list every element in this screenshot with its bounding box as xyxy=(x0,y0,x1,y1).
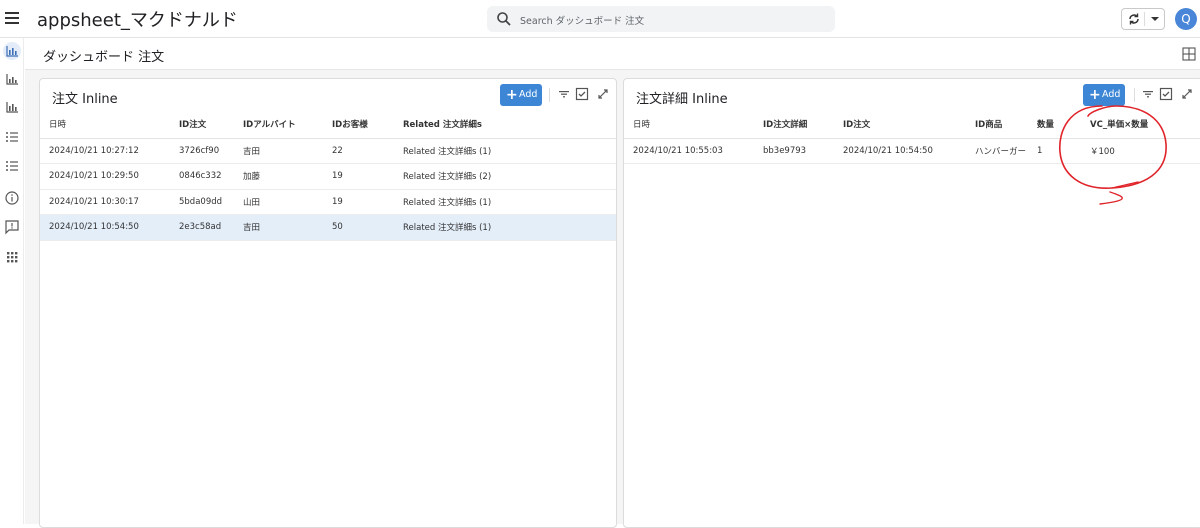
plus-icon: + xyxy=(506,87,518,103)
apps-grid-icon[interactable] xyxy=(3,248,21,266)
table-cell: 2024/10/21 10:30:17 xyxy=(40,189,170,215)
related-link[interactable]: Related 注文詳細s (2) xyxy=(394,163,616,190)
panel-title: 注文詳細 Inline xyxy=(636,92,728,107)
list-icon[interactable] xyxy=(3,128,21,146)
table-cell: 山田 xyxy=(234,189,323,215)
related-link[interactable]: Related 注文詳細s (1) xyxy=(394,214,616,241)
panel-title: 注文 Inline xyxy=(52,92,118,107)
table-cell: 19 xyxy=(323,189,394,215)
add-button[interactable]: + Add xyxy=(1083,84,1125,106)
select-checkbox-icon[interactable] xyxy=(575,87,589,101)
table-cell: ￥100 xyxy=(1081,138,1200,164)
order-detail-inline-panel: 注文詳細 Inline + Add 日時 ID注文詳細 ID注文 ID商品 数量 xyxy=(623,78,1200,528)
table-cell: 50 xyxy=(323,214,394,241)
toolbar-divider xyxy=(1134,88,1135,102)
order-detail-table: 日時 ID注文詳細 ID注文 ID商品 数量 VC_単価×数量 2024/10/… xyxy=(624,111,1200,164)
table-row[interactable]: 2024/10/21 10:55:03 bb3e9793 2024/10/21 … xyxy=(624,138,1200,164)
table-row[interactable]: 2024/10/21 10:29:50 0846c332 加藤 19 Relat… xyxy=(40,163,616,190)
left-rail xyxy=(0,38,24,524)
table-cell: 1 xyxy=(1028,138,1081,164)
column-header[interactable]: 数量 xyxy=(1028,111,1081,139)
table-cell: 3726cf90 xyxy=(170,138,234,164)
table-cell: 19 xyxy=(323,163,394,190)
table-cell: 2e3c58ad xyxy=(170,214,234,241)
table-cell: 2024/10/21 10:54:50 xyxy=(40,214,170,241)
column-header[interactable]: ID注文 xyxy=(834,111,966,139)
table-cell: 2024/10/21 10:55:03 xyxy=(624,138,754,164)
column-header[interactable]: IDお客様 xyxy=(323,111,394,139)
layout-grid-icon[interactable] xyxy=(1182,47,1196,61)
add-button[interactable]: + Add xyxy=(500,84,542,106)
page-title: ダッシュボード 注文 xyxy=(43,50,165,65)
sync-divider xyxy=(1144,12,1145,26)
order-table: 日時 ID注文 IDアルバイト IDお客様 Related 注文詳細s 2024… xyxy=(40,111,616,241)
view-header: ダッシュボード 注文 xyxy=(25,38,1200,70)
add-button-label: Add xyxy=(1102,89,1121,100)
sync-icon[interactable] xyxy=(1127,12,1141,26)
table-cell: 2024/10/21 10:27:12 xyxy=(40,138,170,164)
table-cell: 加藤 xyxy=(234,163,323,190)
info-icon[interactable] xyxy=(3,189,21,207)
add-button-label: Add xyxy=(519,89,538,100)
table-cell: 22 xyxy=(323,138,394,164)
search-placeholder: Search ダッシュボード 注文 xyxy=(520,16,645,27)
search-input[interactable]: Search ダッシュボード 注文 xyxy=(487,6,835,32)
column-header[interactable]: Related 注文詳細s xyxy=(394,111,616,139)
chart-icon[interactable] xyxy=(3,98,21,116)
filter-icon[interactable] xyxy=(1141,87,1155,101)
sync-button[interactable] xyxy=(1121,8,1165,30)
table-cell: 5bda09dd xyxy=(170,189,234,215)
feedback-icon[interactable] xyxy=(3,218,21,236)
table-cell: 2024/10/21 10:54:50 xyxy=(834,138,966,164)
column-header[interactable]: 日時 xyxy=(40,111,170,139)
table-header-row: 日時 ID注文 IDアルバイト IDお客様 Related 注文詳細s xyxy=(40,111,616,139)
app-title: appsheet_マクドナルド xyxy=(37,10,238,31)
select-checkbox-icon[interactable] xyxy=(1159,87,1173,101)
order-inline-panel: 注文 Inline + Add 日時 ID注文 IDアルバイト IDお客様 Re… xyxy=(39,78,617,528)
table-row-selected[interactable]: 2024/10/21 10:54:50 2e3c58ad 吉田 50 Relat… xyxy=(40,214,616,241)
column-header[interactable]: ID注文 xyxy=(170,111,234,139)
chevron-down-icon[interactable] xyxy=(1151,17,1159,21)
expand-icon[interactable] xyxy=(596,87,610,101)
plus-icon: + xyxy=(1089,87,1101,103)
avatar[interactable]: Q xyxy=(1175,8,1197,30)
menu-icon[interactable] xyxy=(4,9,20,29)
top-bar: appsheet_マクドナルド Search ダッシュボード 注文 Q xyxy=(0,0,1200,38)
table-header-row: 日時 ID注文詳細 ID注文 ID商品 数量 VC_単価×数量 xyxy=(624,111,1200,139)
table-row[interactable]: 2024/10/21 10:27:12 3726cf90 吉田 22 Relat… xyxy=(40,138,616,164)
column-header[interactable]: IDアルバイト xyxy=(234,111,323,139)
list-icon[interactable] xyxy=(3,157,21,175)
expand-icon[interactable] xyxy=(1180,87,1194,101)
table-cell: 0846c332 xyxy=(170,163,234,190)
table-row[interactable]: 2024/10/21 10:30:17 5bda09dd 山田 19 Relat… xyxy=(40,189,616,215)
column-header[interactable]: VC_単価×数量 xyxy=(1081,111,1200,139)
related-link[interactable]: Related 注文詳細s (1) xyxy=(394,138,616,164)
column-header[interactable]: ID商品 xyxy=(966,111,1028,139)
dashboard-icon[interactable] xyxy=(3,42,21,60)
table-cell: 吉田 xyxy=(234,214,323,241)
filter-icon[interactable] xyxy=(557,87,571,101)
search-icon xyxy=(497,12,511,26)
table-cell: ハンバーガー xyxy=(966,138,1028,164)
related-link[interactable]: Related 注文詳細s (1) xyxy=(394,189,616,215)
table-cell: bb3e9793 xyxy=(754,138,834,164)
toolbar-divider xyxy=(549,88,550,102)
dashboard-canvas: 注文 Inline + Add 日時 ID注文 IDアルバイト IDお客様 Re… xyxy=(25,70,1200,528)
table-cell: 2024/10/21 10:29:50 xyxy=(40,163,170,190)
column-header[interactable]: 日時 xyxy=(624,111,754,139)
chart-icon[interactable] xyxy=(3,70,21,88)
table-cell: 吉田 xyxy=(234,138,323,164)
column-header[interactable]: ID注文詳細 xyxy=(754,111,834,139)
